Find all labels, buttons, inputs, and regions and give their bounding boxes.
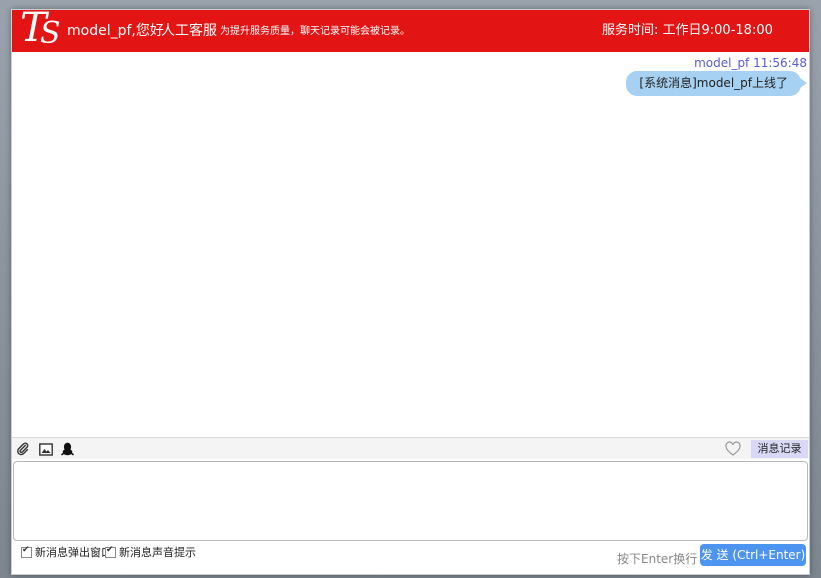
popup-checkbox-box[interactable] <box>21 545 32 558</box>
chat-header: T S model_pf,您好 人工客服 为提升服务质量，聊天记录可能会被记录。… <box>12 5 809 52</box>
message-bubble: [系统消息]model_pf上线了 <box>626 71 807 96</box>
message-history-button[interactable]: 消息记录 <box>751 440 808 458</box>
heart-icon[interactable] <box>724 440 742 458</box>
service-hours: 服务时间: 工作日9:00-18:00 <box>602 23 773 38</box>
enter-hint: 按下Enter换行 <box>617 552 698 566</box>
image-icon[interactable] <box>38 441 54 457</box>
attachment-icon[interactable] <box>15 441 31 457</box>
sound-checkbox-box[interactable] <box>105 545 116 558</box>
greeting-text: model_pf,您好 <box>67 23 164 39</box>
popup-checkbox[interactable]: 新消息弹出窗口 <box>21 544 112 560</box>
input-toolbar: 消息记录 <box>12 437 809 459</box>
chat-footer: 新消息弹出窗口 新消息声音提示 按下Enter换行 发 送 (Ctrl+Ente… <box>12 543 809 573</box>
message-meta: model_pf 11:56:48 <box>694 56 807 70</box>
sound-checkbox-label: 新消息声音提示 <box>119 546 196 559</box>
sound-checkbox[interactable]: 新消息声音提示 <box>105 544 196 560</box>
ts-logo: T S <box>20 5 61 51</box>
message-input-box[interactable] <box>13 461 808 541</box>
message-input[interactable] <box>14 462 807 540</box>
chat-window: T S model_pf,您好 人工客服 为提升服务质量，聊天记录可能会被记录。… <box>11 5 810 575</box>
send-button[interactable]: 发 送 (Ctrl+Enter) <box>700 544 806 566</box>
privacy-note: 为提升服务质量，聊天记录可能会被记录。 <box>220 26 410 37</box>
message-list: model_pf 11:56:48 [系统消息]model_pf上线了 <box>12 52 809 437</box>
service-title: 人工客服 <box>161 23 217 39</box>
popup-checkbox-label: 新消息弹出窗口 <box>35 546 112 559</box>
qq-icon[interactable] <box>59 441 75 457</box>
